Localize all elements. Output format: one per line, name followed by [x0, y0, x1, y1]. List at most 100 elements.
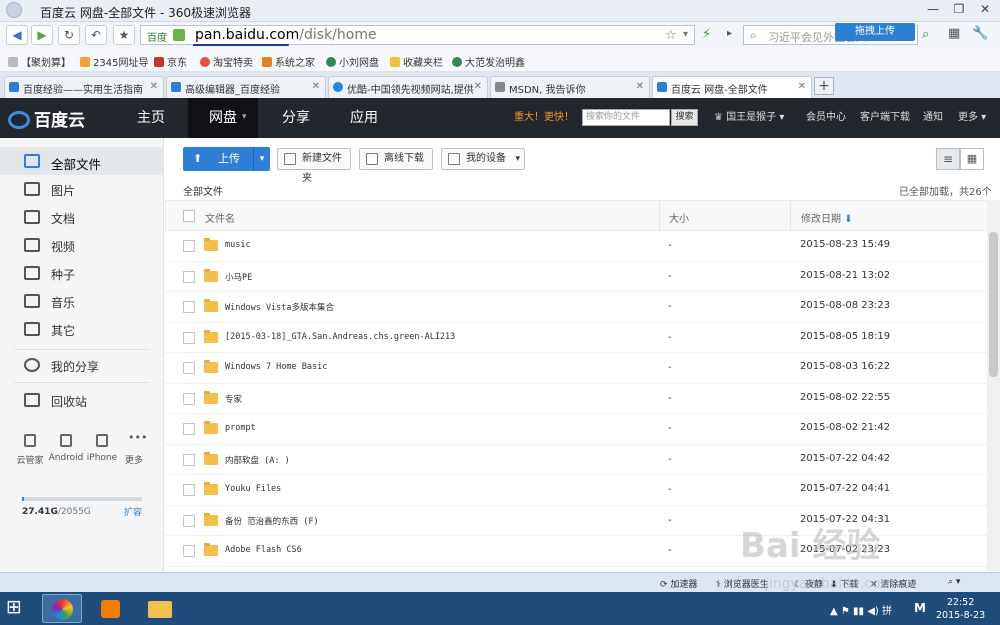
file-name[interactable]: Windows 7 Home Basic — [225, 362, 327, 372]
table-row[interactable]: Adobe Flash CS6 - 2015-07-02 23:23 — [165, 536, 995, 567]
link-notifications[interactable]: 通知 — [923, 98, 943, 138]
table-row[interactable]: Windows 7 Home Basic - 2015-08-03 16:22 — [165, 353, 995, 384]
sidebar-item-my-shares[interactable]: 我的分享 — [0, 351, 163, 379]
lightning-icon[interactable]: ⚡ — [702, 27, 711, 42]
sidebar-item-videos[interactable]: 视频 — [0, 231, 163, 259]
tab-close-icon[interactable]: ✕ — [150, 81, 158, 92]
table-row[interactable]: 备份 范治鑫的东西 (F) - 2015-07-22 04:31 — [165, 505, 995, 536]
file-name[interactable]: Windows Vista多版本集合 — [225, 301, 334, 313]
sidebar-item-music[interactable]: 音乐 — [0, 287, 163, 315]
browser-tab[interactable]: MSDN, 我告诉你 ✕ — [490, 76, 650, 98]
settings-wrench-icon[interactable]: 🔧 — [972, 26, 988, 41]
address-url[interactable]: pan.baidu.com/disk/home — [195, 27, 377, 43]
taskbar-media-player[interactable] — [90, 594, 130, 623]
status-night[interactable]: ☾ 夜静 — [794, 577, 823, 590]
column-name[interactable]: 文件名 — [205, 210, 235, 225]
new-folder-button[interactable]: 新建文件夹 — [277, 148, 351, 184]
file-search-input[interactable]: 搜索你的文件 — [582, 109, 670, 126]
file-name[interactable]: Adobe Flash CS6 — [225, 545, 302, 555]
tab-close-icon[interactable]: ✕ — [636, 81, 644, 92]
row-checkbox[interactable] — [183, 392, 195, 405]
row-checkbox[interactable] — [183, 331, 195, 344]
offline-download-button[interactable]: 离线下载 — [359, 148, 433, 170]
close-button[interactable]: ✕ — [972, 2, 998, 18]
tab-close-icon[interactable]: ✕ — [474, 81, 482, 92]
extensions-icon[interactable]: ▦ — [948, 26, 960, 41]
refresh-button[interactable]: ↻ — [58, 25, 80, 45]
upload-button[interactable]: ⬆ 上传 ▾ — [183, 147, 270, 171]
table-row[interactable]: Windows Vista多版本集合 - 2015-08-08 23:23 — [165, 292, 995, 323]
my-devices-button[interactable]: 我的设备 ▾ — [441, 148, 525, 170]
taskbar-360-browser[interactable] — [42, 594, 82, 623]
link-more[interactable]: 更多 ▾ — [958, 98, 986, 138]
browser-tab-active[interactable]: 百度云 网盘-全部文件 ✕ — [652, 76, 812, 98]
file-list-scrollbar[interactable] — [987, 200, 1000, 572]
tab-close-icon[interactable]: ✕ — [798, 81, 806, 92]
file-name[interactable]: 内部软盘 (A: ) — [225, 454, 290, 466]
address-bar[interactable]: 百度 pan.baidu.com/disk/home ☆ ▾ — [140, 25, 695, 46]
undo-button[interactable]: ↶ — [85, 25, 107, 45]
link-client-download[interactable]: 客户端下载 — [860, 98, 910, 138]
select-all-checkbox[interactable] — [183, 210, 195, 222]
file-name[interactable]: prompt — [225, 423, 256, 433]
sidebar-item-documents[interactable]: 文档 — [0, 203, 163, 231]
baidu-cloud-logo[interactable]: 百度云 — [8, 106, 85, 131]
search-engine-arrow-icon[interactable]: ▸ — [727, 28, 732, 39]
address-dropdown-icon[interactable]: ▾ — [683, 29, 688, 40]
status-download[interactable]: ⬇ 下载 — [830, 577, 858, 590]
bookmark-item[interactable]: 京东 — [154, 54, 187, 69]
table-row[interactable]: 内部软盘 (A: ) - 2015-07-22 04:42 — [165, 444, 995, 475]
tray-icons[interactable]: ▲ ⚑ ▮▮ ◀) 拼 — [830, 602, 892, 617]
back-button[interactable]: ◀ — [6, 25, 28, 45]
browser-tab[interactable]: 高级编辑器_百度经验 ✕ — [166, 76, 326, 98]
file-name[interactable]: 小马PE — [225, 271, 252, 283]
browser-tab[interactable]: 优酷-中国领先视频网站,提供 ✕ — [328, 76, 488, 98]
sidebar-item-images[interactable]: 图片 — [0, 175, 163, 203]
row-checkbox[interactable] — [183, 514, 195, 527]
row-checkbox[interactable] — [183, 484, 195, 496]
user-icon[interactable] — [6, 2, 22, 18]
bookmark-item[interactable]: 2345网址导 — [80, 54, 148, 69]
nav-home[interactable]: 主页 — [120, 98, 182, 138]
browser-tab[interactable]: 百度经验——实用生活指南 ✕ — [4, 76, 164, 98]
file-name[interactable]: [2015-03-18]_GTA.San.Andreas.chs.green-A… — [225, 332, 455, 342]
row-checkbox[interactable] — [183, 545, 195, 557]
table-row[interactable]: [2015-03-18]_GTA.San.Andreas.chs.green-A… — [165, 322, 995, 353]
device-android[interactable]: Android — [46, 434, 86, 463]
minimize-button[interactable]: — — [920, 2, 946, 18]
bookmark-item[interactable]: 大范发治明鑫 — [452, 54, 525, 69]
bookmark-item[interactable]: 系统之家 — [262, 54, 315, 69]
table-row[interactable]: music - 2015-08-23 15:49 — [165, 231, 995, 262]
breadcrumb[interactable]: 全部文件 — [183, 183, 223, 198]
device-cloud-manager[interactable]: 云管家 — [10, 434, 50, 466]
status-clear-traces[interactable]: ✕ 清除痕迹 — [870, 577, 916, 590]
bookmark-item[interactable]: 【聚划算】 — [8, 54, 71, 69]
tray-m-icon[interactable]: M — [914, 601, 926, 615]
taskbar-clock[interactable]: 22:52 2015-8-23 — [936, 596, 985, 622]
nav-apps[interactable]: 应用 — [334, 98, 394, 138]
bookmark-item[interactable]: 收藏夹栏 — [390, 54, 443, 69]
sidebar-item-other[interactable]: 其它 — [0, 315, 163, 343]
status-zoom-icon[interactable]: ⌕ ▾ — [948, 577, 960, 587]
windows-start-icon[interactable]: ⊞ — [6, 596, 22, 618]
tab-close-icon[interactable]: ✕ — [312, 81, 320, 92]
sidebar-item-all-files[interactable]: 全部文件 — [0, 147, 163, 175]
user-menu[interactable]: ♛ 国王是猴子 ▾ — [714, 98, 784, 138]
link-vip-center[interactable]: 会员中心 — [806, 98, 846, 138]
sidebar-item-recycle-bin[interactable]: 回收站 — [0, 386, 163, 414]
forward-button[interactable]: ▶ — [31, 25, 53, 45]
grid-view-button[interactable]: ▦ — [960, 148, 984, 170]
table-row[interactable]: Youku Files - 2015-07-22 04:41 — [165, 475, 995, 506]
table-row[interactable]: 专家 - 2015-08-02 22:55 — [165, 383, 995, 414]
taskbar-file-explorer[interactable] — [140, 594, 180, 623]
row-checkbox[interactable] — [183, 453, 195, 466]
upload-dropdown-icon[interactable]: ▾ — [253, 147, 270, 171]
file-name[interactable]: music — [225, 240, 251, 250]
favorite-star-button[interactable]: ★ — [113, 25, 135, 45]
bookmark-item[interactable]: 小刘网盘 — [326, 54, 379, 69]
bookmark-star-icon[interactable]: ☆ — [665, 28, 677, 43]
expand-quota-link[interactable]: 扩容 — [124, 505, 142, 518]
nav-share[interactable]: 分享 — [266, 98, 326, 138]
device-more[interactable]: ••• 更多 — [114, 432, 154, 466]
file-name[interactable]: 专家 — [225, 393, 242, 405]
